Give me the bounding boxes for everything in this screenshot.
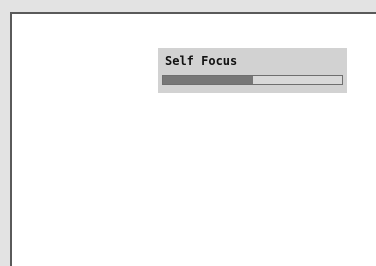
progress-fill (163, 76, 253, 84)
progress-dialog: Self Focus (158, 48, 347, 93)
progress-bar (162, 75, 343, 85)
progress-title: Self Focus (165, 54, 238, 68)
main-window: Self Focus (10, 12, 376, 266)
